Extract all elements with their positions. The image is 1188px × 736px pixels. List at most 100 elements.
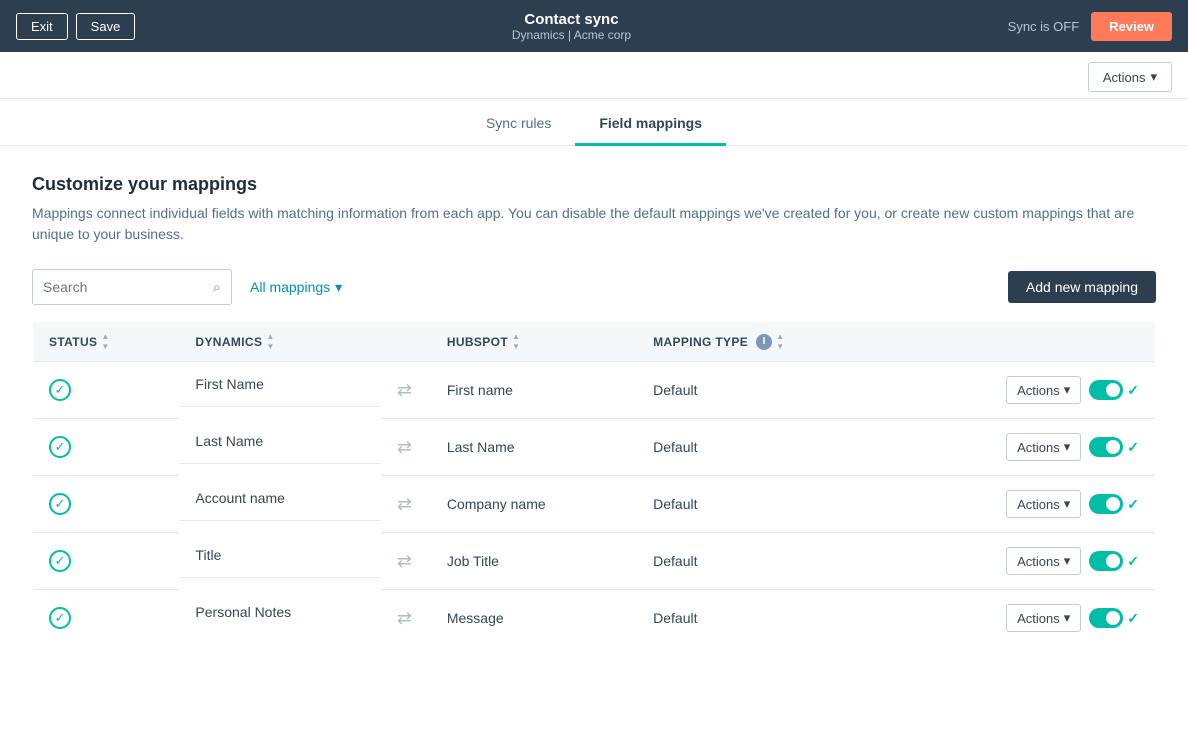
cell-mapping-type: Default — [637, 419, 894, 476]
toolbar: Actions ▾ — [0, 52, 1188, 99]
dynamics-sort-icon[interactable]: ▲▼ — [266, 332, 274, 351]
cell-actions: Actions ▾ ✓ — [895, 419, 1156, 476]
sync-status: Sync is OFF — [1008, 19, 1080, 34]
table-row: ✓Last Name⇄Last NameDefault Actions ▾ ✓ — [33, 419, 1156, 476]
nav-left: Exit Save — [16, 13, 135, 40]
exit-button[interactable]: Exit — [16, 13, 68, 40]
cell-hubspot: First name — [431, 362, 637, 419]
toggle-check-icon: ✓ — [1127, 496, 1139, 513]
all-mappings-filter[interactable]: All mappings ▾ — [242, 275, 350, 300]
nav-right: Sync is OFF Review — [1008, 12, 1172, 41]
cell-status: ✓ — [33, 533, 180, 590]
status-active-icon: ✓ — [49, 607, 71, 629]
section-title: Customize your mappings — [32, 174, 1156, 195]
review-button[interactable]: Review — [1091, 12, 1172, 41]
subtitle-sep: | — [568, 28, 571, 42]
toggle-cell: ✓ — [1089, 551, 1139, 571]
filter-chevron-icon: ▾ — [335, 279, 342, 296]
toggle-cell: ✓ — [1089, 380, 1139, 400]
row-actions-button[interactable]: Actions ▾ — [1006, 547, 1081, 575]
cell-hubspot: Last Name — [431, 419, 637, 476]
actions-label: Actions — [1017, 440, 1060, 455]
cell-dynamics: Title — [179, 533, 380, 578]
main-content: Customize your mappings Mappings connect… — [0, 146, 1188, 675]
cell-dynamics: Personal Notes — [179, 590, 380, 634]
cell-status: ✓ — [33, 476, 180, 533]
th-arrows-spacer — [381, 322, 431, 362]
row-actions-button[interactable]: Actions ▾ — [1006, 376, 1081, 404]
cell-status: ✓ — [33, 419, 180, 476]
table-row: ✓First Name⇄First nameDefault Actions ▾ … — [33, 362, 1156, 419]
mapping-type-sort-icon[interactable]: ▲▼ — [776, 332, 784, 351]
actions-top-chevron-icon: ▾ — [1150, 69, 1157, 85]
cell-actions: Actions ▾ ✓ — [895, 476, 1156, 533]
sync-arrows-icon: ⇄ — [397, 608, 412, 628]
actions-top-button[interactable]: Actions ▾ — [1088, 62, 1172, 92]
cell-mapping-type: Default — [637, 533, 894, 590]
subtitle-dynamics: Dynamics — [512, 28, 565, 42]
tab-sync-rules[interactable]: Sync rules — [462, 103, 575, 146]
cell-hubspot: Company name — [431, 476, 637, 533]
mapping-type-info-icon[interactable]: i — [756, 334, 772, 350]
filter-label: All mappings — [250, 279, 330, 295]
add-mapping-button[interactable]: Add new mapping — [1008, 271, 1156, 303]
search-input[interactable] — [43, 279, 209, 295]
dynamics-field-name: Personal Notes — [195, 604, 291, 620]
tabs-bar: Sync rules Field mappings — [0, 99, 1188, 146]
tab-field-mappings[interactable]: Field mappings — [575, 103, 726, 146]
sync-arrows-icon: ⇄ — [397, 551, 412, 571]
app-subtitle: Dynamics | Acme corp — [512, 28, 631, 42]
search-icon: ⌕ — [213, 279, 221, 296]
cell-status: ✓ — [33, 590, 180, 647]
filter-bar-left: ⌕ All mappings ▾ — [32, 269, 350, 305]
cell-mapping-type: Default — [637, 590, 894, 647]
cell-dynamics: Account name — [179, 476, 380, 521]
cell-actions: Actions ▾ ✓ — [895, 362, 1156, 419]
toggle-switch[interactable] — [1089, 494, 1123, 514]
toggle-cell: ✓ — [1089, 494, 1139, 514]
cell-hubspot: Job Title — [431, 533, 637, 590]
actions-chevron-icon: ▾ — [1064, 382, 1071, 398]
cell-sync-icon: ⇄ — [381, 476, 431, 533]
toggle-cell: ✓ — [1089, 437, 1139, 457]
table-row: ✓ Title ⇄ Job TitleDefault Actions ▾ ✓ — [33, 533, 1156, 590]
actions-label: Actions — [1017, 554, 1060, 569]
save-button[interactable]: Save — [76, 13, 136, 40]
toggle-switch[interactable] — [1089, 437, 1123, 457]
status-sort-icon[interactable]: ▲▼ — [101, 332, 109, 351]
status-active-icon: ✓ — [49, 493, 71, 515]
dynamics-field-name: First Name — [195, 376, 263, 392]
th-dynamics: DYNAMICS ▲▼ — [179, 322, 380, 362]
cell-hubspot: Message — [431, 590, 637, 647]
toggle-check-icon: ✓ — [1127, 553, 1139, 570]
status-active-icon: ✓ — [49, 550, 71, 572]
subtitle-company: Acme corp — [574, 28, 631, 42]
section-description: Mappings connect individual fields with … — [32, 203, 1156, 245]
row-actions-button[interactable]: Actions ▾ — [1006, 433, 1081, 461]
toggle-switch[interactable] — [1089, 551, 1123, 571]
table-header-row: STATUS ▲▼ DYNAMICS ▲▼ HUBSPOT ▲▼ — [33, 322, 1156, 362]
dynamics-field-name: Last Name — [195, 433, 263, 449]
sync-arrows-icon: ⇄ — [397, 380, 412, 400]
actions-label: Actions — [1017, 383, 1060, 398]
toggle-switch[interactable] — [1089, 380, 1123, 400]
cell-sync-icon: ⇄ — [381, 533, 431, 590]
search-box: ⌕ — [32, 269, 232, 305]
mappings-table: STATUS ▲▼ DYNAMICS ▲▼ HUBSPOT ▲▼ — [32, 321, 1156, 647]
hubspot-sort-icon[interactable]: ▲▼ — [512, 332, 520, 351]
status-active-icon: ✓ — [49, 436, 71, 458]
app-title: Contact sync — [512, 11, 631, 28]
cell-dynamics: First Name — [179, 362, 380, 407]
table-row: ✓Account name⇄Company nameDefault Action… — [33, 476, 1156, 533]
toggle-switch[interactable] — [1089, 608, 1123, 628]
nav-center: Contact sync Dynamics | Acme corp — [512, 11, 631, 42]
actions-top-label: Actions — [1103, 70, 1146, 85]
cell-sync-icon: ⇄ — [381, 590, 431, 647]
row-actions-button[interactable]: Actions ▾ — [1006, 604, 1081, 632]
status-active-icon: ✓ — [49, 379, 71, 401]
actions-chevron-icon: ▾ — [1064, 610, 1071, 626]
th-actions-col — [895, 322, 1156, 362]
table-row: ✓ Personal Notes ⇄ MessageDefault Actions ▾… — [33, 590, 1156, 647]
row-actions-button[interactable]: Actions ▾ — [1006, 490, 1081, 518]
th-hubspot: HUBSPOT ▲▼ — [431, 322, 637, 362]
